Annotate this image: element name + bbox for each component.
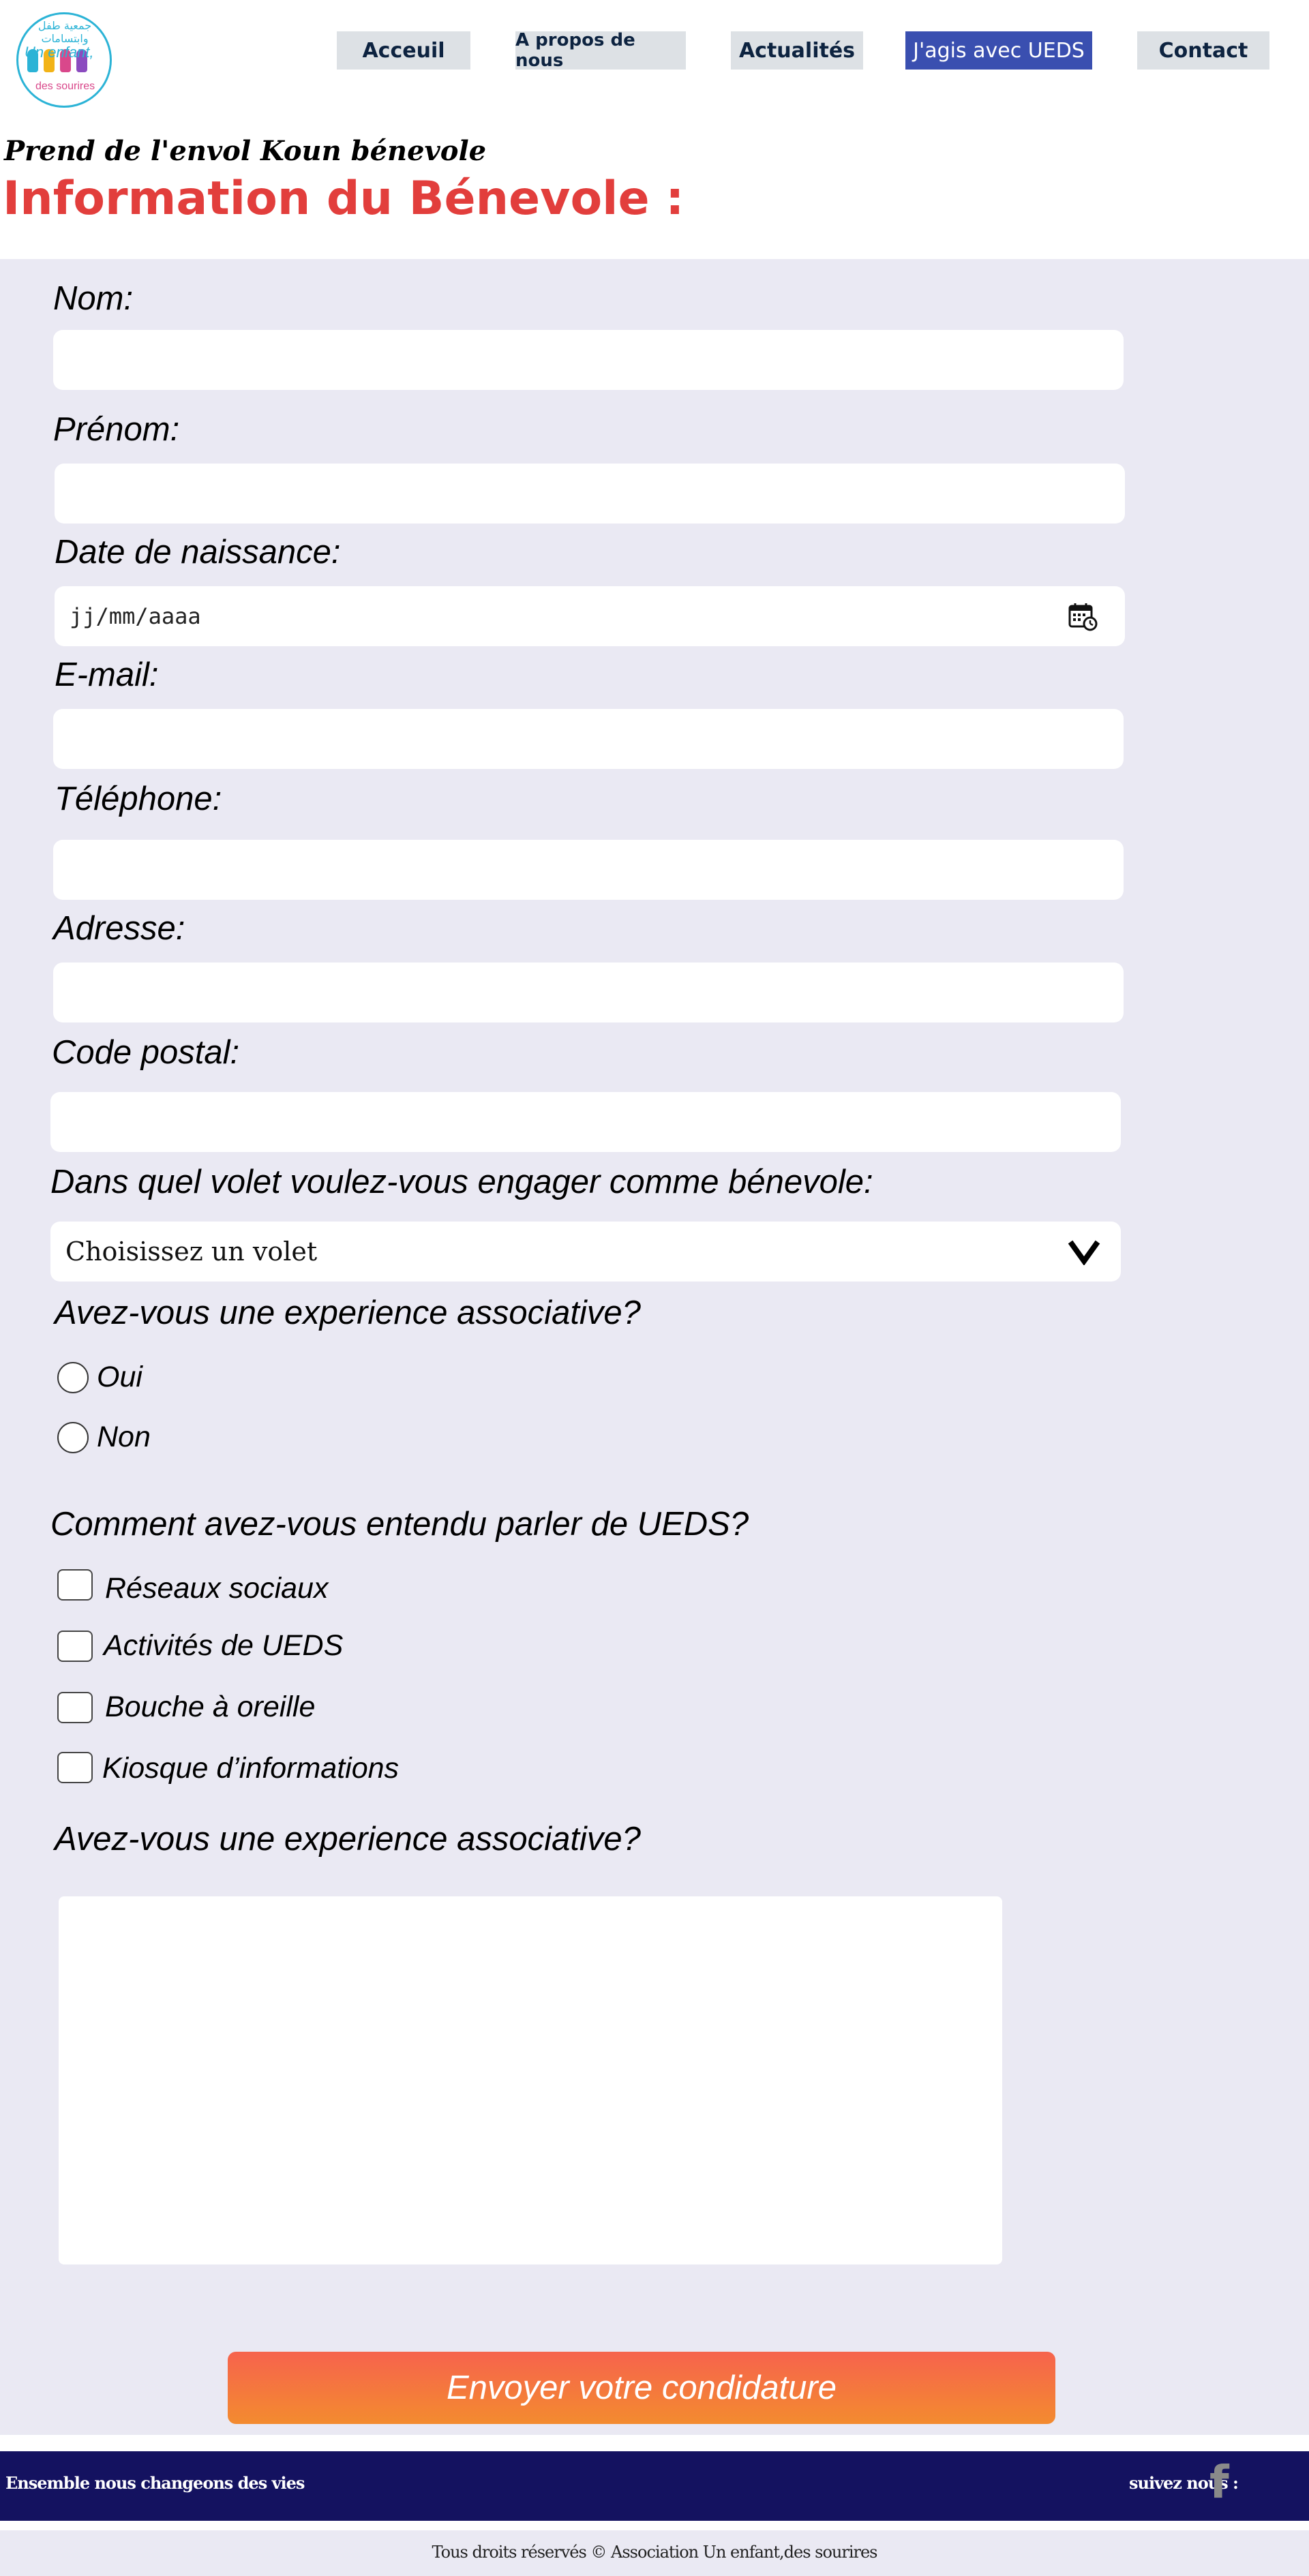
experience2-label: Avez-vous une experience associative? [55, 1821, 641, 1858]
dob-placeholder: jj/mm/aaaa [70, 603, 201, 629]
telephone-label: Téléphone: [55, 781, 222, 817]
source-activites-label: Activités de UEDS [104, 1629, 344, 1662]
page-tagline: Prend de l'envol Koun bénevole [4, 135, 487, 167]
source-bouche-checkbox[interactable] [57, 1692, 93, 1723]
source-reseaux-checkbox[interactable] [57, 1569, 93, 1601]
email-input[interactable] [53, 709, 1124, 769]
volet-select[interactable]: Choisissez un volet [50, 1222, 1121, 1282]
code-postal-input[interactable] [50, 1092, 1121, 1152]
source-activites-checkbox[interactable] [57, 1631, 93, 1662]
source-bouche-label: Bouche à oreille [105, 1691, 316, 1723]
source-label: Comment avez-vous entendu parler de UEDS… [50, 1506, 749, 1543]
nav-acceuil[interactable]: Acceuil [337, 31, 470, 70]
nom-input[interactable] [53, 330, 1124, 390]
dob-label: Date de naissance: [55, 534, 341, 571]
chevron-down-icon [1068, 1238, 1100, 1266]
volet-selected-value: Choisissez un volet [65, 1237, 318, 1267]
adresse-label: Adresse: [53, 910, 185, 947]
email-label: E-mail: [55, 656, 159, 693]
facebook-icon[interactable]: f [1209, 2459, 1230, 2506]
nom-label: Nom: [53, 280, 134, 317]
calendar-icon[interactable] [1068, 601, 1098, 631]
adresse-input[interactable] [53, 963, 1124, 1022]
logo-name-line1: Un enfant, [25, 44, 94, 61]
prenom-label: Prénom: [53, 411, 180, 448]
source-kiosque-checkbox[interactable] [57, 1752, 93, 1783]
footer-slogan: Ensemble nous changeons des vies [5, 2473, 305, 2493]
experience-oui-label: Oui [97, 1361, 142, 1393]
experience-label: Avez-vous une experience associative? [55, 1294, 641, 1331]
page-title: Information du Bénevole : [3, 172, 684, 226]
experience-non-label: Non [97, 1421, 151, 1453]
copyright-text: Tous droits réservés © Association Un en… [432, 2543, 877, 2562]
nav-actualites[interactable]: Actualités [731, 31, 863, 70]
logo-name-line2: des sourires [35, 80, 95, 92]
dob-input[interactable]: jj/mm/aaaa [55, 586, 1125, 646]
nav-contact[interactable]: Contact [1137, 31, 1269, 70]
experience-oui-radio[interactable] [57, 1362, 89, 1393]
experience2-textarea[interactable] [59, 1896, 1002, 2264]
experience-non-radio[interactable] [57, 1422, 89, 1453]
volet-label: Dans quel volet voulez-vous engager comm… [50, 1164, 873, 1200]
logo-arabic-text: جمعية طفل وابتسامات [37, 19, 92, 45]
prenom-input[interactable] [55, 464, 1125, 524]
submit-button[interactable]: Envoyer votre condidature [228, 2352, 1055, 2424]
source-kiosque-label: Kiosque d’informations [102, 1752, 400, 1785]
telephone-input[interactable] [53, 840, 1124, 900]
nav-jagis-avec-ueds[interactable]: J'agis avec UEDS [905, 31, 1092, 70]
code-postal-label: Code postal: [52, 1034, 240, 1071]
nav-a-propos[interactable]: A propos de nous [515, 30, 686, 71]
source-reseaux-label: Réseaux sociaux [105, 1572, 329, 1605]
